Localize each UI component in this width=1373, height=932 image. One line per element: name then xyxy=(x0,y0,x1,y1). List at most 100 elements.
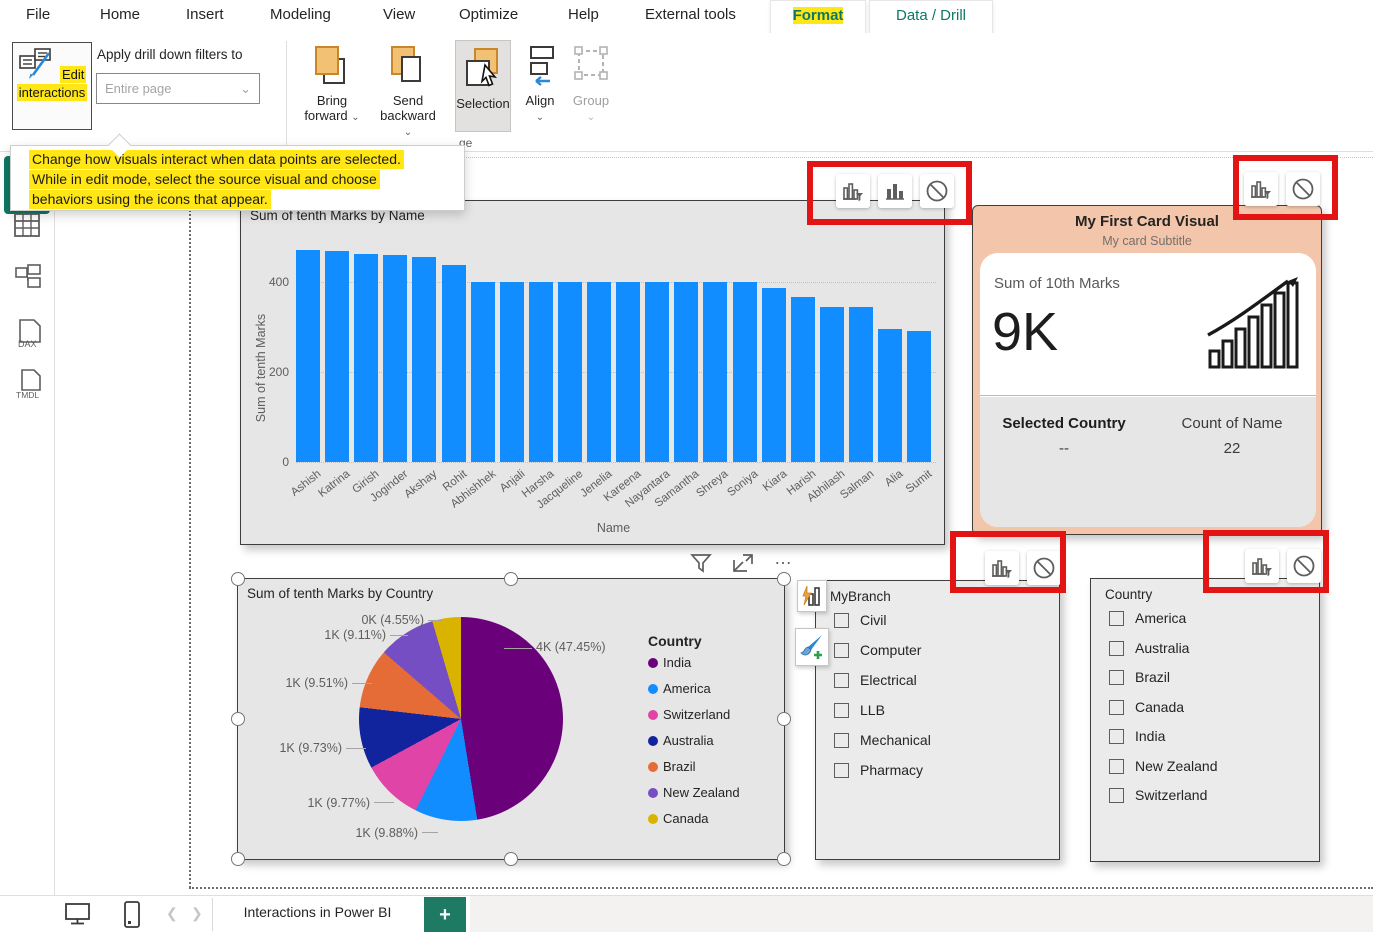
filter-interaction-icon[interactable] xyxy=(1244,172,1278,206)
bar-harsha[interactable] xyxy=(529,282,553,462)
none-interaction-icon[interactable] xyxy=(1287,549,1321,583)
more-options-icon[interactable]: … xyxy=(774,553,792,573)
none-interaction-icon[interactable] xyxy=(1286,172,1320,206)
country-item-brazil[interactable]: Brazil xyxy=(1109,669,1170,685)
branch-item-llb[interactable]: LLB xyxy=(834,702,885,718)
checkbox-unchecked[interactable] xyxy=(834,673,849,688)
bar-alia[interactable] xyxy=(878,329,902,462)
menu-item-optimize[interactable]: Optimize xyxy=(459,6,518,23)
add-page-button[interactable]: + xyxy=(424,897,466,932)
filter-interaction-icon[interactable] xyxy=(985,551,1019,585)
menu-item-help[interactable]: Help xyxy=(568,6,599,23)
pie-chart-visual[interactable]: Sum of tenth Marks by Country 4K (47.45%… xyxy=(237,578,785,860)
bar-akshay[interactable] xyxy=(412,257,436,462)
country-item-switzerland[interactable]: Switzerland xyxy=(1109,787,1207,803)
country-item-america[interactable]: America xyxy=(1109,610,1186,626)
tmdl-view-icon[interactable]: TMDL xyxy=(14,368,42,396)
bar-nayantara[interactable] xyxy=(645,282,669,462)
page-tab[interactable]: Interactions in Power BI xyxy=(225,904,410,920)
bar-jenelia[interactable] xyxy=(587,282,611,462)
checkbox-unchecked[interactable] xyxy=(1109,729,1124,744)
checkbox-unchecked[interactable] xyxy=(1109,700,1124,715)
filter-interaction-icon[interactable] xyxy=(836,174,870,208)
branch-item-electrical[interactable]: Electrical xyxy=(834,672,917,688)
menu-item-insert[interactable]: Insert xyxy=(186,6,224,23)
bar-salman[interactable] xyxy=(849,307,873,462)
legend-item-new-zealand[interactable]: New Zealand xyxy=(648,785,740,800)
menu-item-home[interactable]: Home xyxy=(100,6,140,23)
mobile-view-icon[interactable] xyxy=(123,901,141,932)
checkbox-unchecked[interactable] xyxy=(1109,670,1124,685)
desktop-view-icon[interactable] xyxy=(64,901,91,931)
selection-handle[interactable] xyxy=(777,572,791,586)
menu-item-modeling[interactable]: Modeling xyxy=(270,6,331,23)
checkbox-unchecked[interactable] xyxy=(834,643,849,658)
bring-forward-button[interactable]: Bring forward ⌄ xyxy=(303,45,361,123)
bar-chart-visual[interactable]: Sum of tenth Marks by Name Sum of tenth … xyxy=(240,200,945,545)
filter-interaction-icon[interactable] xyxy=(1245,549,1279,583)
send-backward-button[interactable]: Send backward ⌄ xyxy=(375,45,441,138)
branch-item-computer[interactable]: Computer xyxy=(834,642,921,658)
bar-girish[interactable] xyxy=(354,254,378,462)
pie-circle[interactable] xyxy=(359,617,563,821)
menu-item-file[interactable]: File xyxy=(26,6,50,23)
bar-anjali[interactable] xyxy=(500,282,524,462)
checkbox-unchecked[interactable] xyxy=(1109,759,1124,774)
checkbox-unchecked[interactable] xyxy=(1109,788,1124,803)
bar-sumit[interactable] xyxy=(907,331,931,462)
selection-button[interactable]: Selection xyxy=(455,40,511,132)
none-interaction-icon[interactable] xyxy=(920,174,954,208)
menu-item-external-tools[interactable]: External tools xyxy=(645,6,736,23)
bar-kareena[interactable] xyxy=(616,282,640,462)
bar-jacqueline[interactable] xyxy=(558,282,582,462)
checkbox-unchecked[interactable] xyxy=(834,613,849,628)
filter-icon[interactable] xyxy=(690,553,712,573)
next-page-arrow-icon[interactable]: ❯ xyxy=(191,905,203,922)
selection-handle[interactable] xyxy=(504,852,518,866)
country-item-india[interactable]: India xyxy=(1109,728,1165,744)
bar-abhilash[interactable] xyxy=(820,307,844,462)
card-visual[interactable]: My First Card Visual My card Subtitle Su… xyxy=(972,205,1322,535)
branch-item-civil[interactable]: Civil xyxy=(834,612,886,628)
selection-handle[interactable] xyxy=(231,712,245,726)
country-item-new-zealand[interactable]: New Zealand xyxy=(1109,758,1218,774)
legend-item-brazil[interactable]: Brazil xyxy=(648,759,696,774)
bar-harish[interactable] xyxy=(791,297,815,462)
bar-soniya[interactable] xyxy=(733,282,757,462)
apply-drill-dropdown[interactable]: Entire page ⌄ xyxy=(96,73,260,104)
checkbox-unchecked[interactable] xyxy=(1109,611,1124,626)
bar-abhishhek[interactable] xyxy=(471,282,495,462)
selection-handle[interactable] xyxy=(777,712,791,726)
checkbox-unchecked[interactable] xyxy=(834,733,849,748)
branch-slicer-visual[interactable]: MyBranch CivilComputerElectricalLLBMecha… xyxy=(815,580,1060,860)
selection-handle[interactable] xyxy=(504,572,518,586)
none-interaction-icon[interactable] xyxy=(1027,551,1061,585)
branch-item-mechanical[interactable]: Mechanical xyxy=(834,732,931,748)
highlight-interaction-icon[interactable] xyxy=(878,174,912,208)
bar-shreya[interactable] xyxy=(703,282,727,462)
data-view-icon[interactable] xyxy=(14,212,42,240)
prev-page-arrow-icon[interactable]: ❮ xyxy=(166,905,178,922)
align-button[interactable]: Align⌄ xyxy=(518,45,562,123)
bar-ashish[interactable] xyxy=(296,250,320,462)
checkbox-unchecked[interactable] xyxy=(834,703,849,718)
model-view-icon[interactable] xyxy=(14,264,42,292)
menu-item-view[interactable]: View xyxy=(383,6,415,23)
legend-item-australia[interactable]: Australia xyxy=(648,733,714,748)
format-visual-button[interactable] xyxy=(795,628,829,666)
country-slicer-visual[interactable]: Country AmericaAustraliaBrazilCanadaIndi… xyxy=(1090,578,1320,862)
edit-interactions-button[interactable]: Edit interactions xyxy=(12,42,92,130)
focus-mode-icon[interactable] xyxy=(732,553,754,573)
legend-item-america[interactable]: America xyxy=(648,681,711,696)
selection-handle[interactable] xyxy=(231,572,245,586)
branch-item-pharmacy[interactable]: Pharmacy xyxy=(834,762,923,778)
legend-item-switzerland[interactable]: Switzerland xyxy=(648,707,730,722)
legend-item-canada[interactable]: Canada xyxy=(648,811,709,826)
checkbox-unchecked[interactable] xyxy=(1109,641,1124,656)
dax-query-view-icon[interactable]: DAX xyxy=(14,318,42,346)
bar-katrina[interactable] xyxy=(325,251,349,462)
country-item-australia[interactable]: Australia xyxy=(1109,640,1189,656)
legend-item-india[interactable]: India xyxy=(648,655,691,670)
analyze-insights-button[interactable] xyxy=(797,580,827,612)
selection-handle[interactable] xyxy=(777,852,791,866)
